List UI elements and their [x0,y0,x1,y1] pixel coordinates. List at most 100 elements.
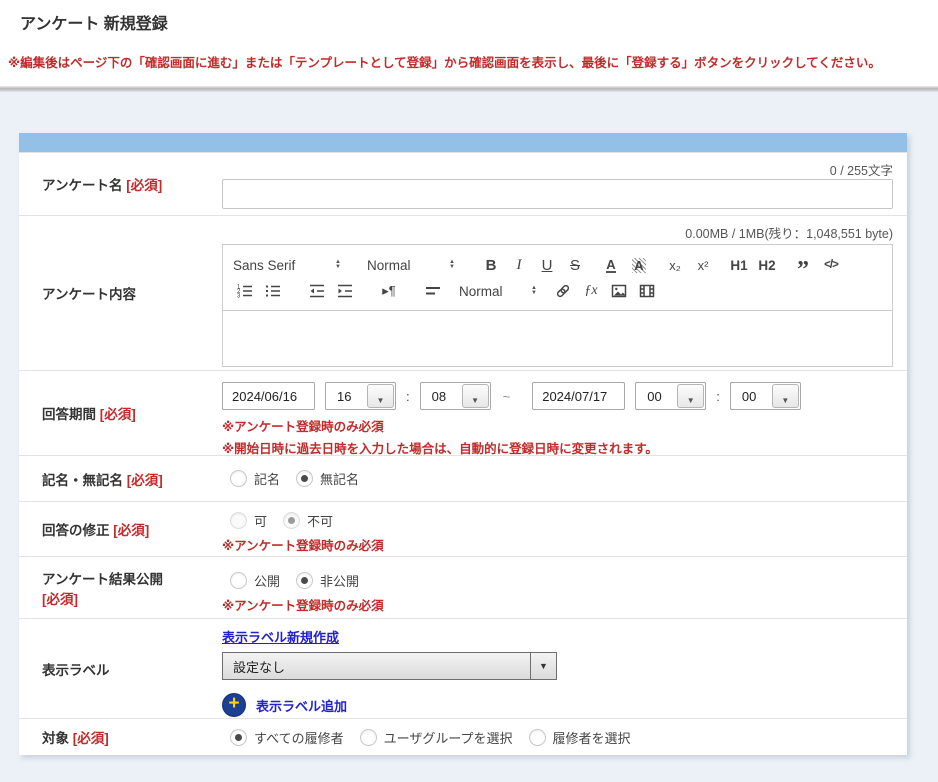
align-button[interactable] [421,279,445,303]
radio-icon [360,729,377,746]
background-color-button[interactable]: A [627,253,651,277]
radio-option-select-students[interactable]: 履修者を選択 [529,728,631,747]
italic-button[interactable]: I [507,253,531,277]
correction-note: ※アンケート登録時のみ必須 [222,535,893,554]
named-anonymous-content: 記名 無記名 [222,456,907,501]
start-date-input[interactable]: 2024/06/16 [222,382,315,410]
display-label-select-button[interactable]: ▼ [530,653,556,679]
answer-period-label-text: 回答期間 [42,407,96,422]
video-icon [638,282,656,300]
subscript-button[interactable]: x₂ [663,253,687,277]
result-publish-content: 公開 非公開 ※アンケート登録時のみ必須 [222,557,907,618]
survey-name-required: [必須] [126,178,162,193]
header1-button[interactable]: H1 [727,253,751,277]
page-title: アンケート 新規登録 [20,10,168,34]
background-color-icon: A [632,258,645,273]
end-hour-dropdown-button[interactable]: ▼ [677,384,704,408]
radio-option-private[interactable]: 非公開 [296,571,359,590]
radio-option-label: 可 [254,511,267,530]
start-minute-value: 08 [421,389,446,404]
radio-checked-icon [296,470,313,487]
result-publish-label-text: アンケート結果公開 [42,568,222,588]
survey-name-counter: 0 / 255文字 [830,160,893,179]
row-named-anonymous: 記名・無記名 [必須] 記名 無記名 [19,455,907,501]
indent-button[interactable] [333,279,357,303]
row-result-publish: アンケート結果公開 [必須] 公開 非公開 ※アンケート登録時のみ必須 [19,556,907,618]
end-date-input[interactable]: 2024/07/17 [532,382,625,410]
answer-period-required: [必須] [100,407,136,422]
start-minute-dropdown-button[interactable]: ▼ [462,384,489,408]
size-picker-value: Normal [367,258,411,273]
target-content: すべての履修者 ユーザグループを選択 履修者を選択 [222,719,907,755]
end-minute-select[interactable]: 00 ▼ [730,382,801,410]
survey-content-label: アンケート内容 [19,216,222,370]
font-picker[interactable]: Sans Serif ▲▼ [233,258,341,273]
start-minute-select[interactable]: 08 ▼ [420,382,491,410]
end-hour-select[interactable]: 00 ▼ [635,382,706,410]
named-anonymous-label-text: 記名・無記名 [42,473,123,488]
answer-period-content: 2024/06/16 16 ▼ : 08 ▼ ~ 2024/07/17 00 ▼ [222,371,907,455]
outdent-button[interactable] [305,279,329,303]
row-display-label: 表示ラベル 表示ラベル新規作成 設定なし ▼ + 表示ラベル追加 [19,618,907,718]
radio-option-label: 無記名 [320,469,359,488]
bullet-list-button[interactable] [261,279,285,303]
image-icon [610,282,628,300]
ordered-list-button[interactable]: 123 [233,279,257,303]
updown-arrows-icon: ▲▼ [335,260,341,270]
underline-button[interactable]: U [535,253,559,277]
text-direction-button[interactable]: ▸¶ [377,279,401,303]
result-publish-label: アンケート結果公開 [必須] [19,557,222,618]
code-block-button[interactable]: </> [819,253,843,277]
survey-name-label: アンケート名 [必須] [19,153,222,215]
create-display-label-link[interactable]: 表示ラベル新規作成 [222,630,339,645]
radio-option-disallow[interactable]: 不可 [283,511,333,530]
format-picker[interactable]: Normal ▲▼ [459,284,537,299]
image-button[interactable] [607,279,631,303]
bold-button[interactable]: B [479,253,503,277]
radio-option-named[interactable]: 記名 [230,469,280,488]
survey-content-label-text: アンケート内容 [42,283,222,303]
end-hour-value: 00 [636,389,661,404]
formula-icon: ƒx [584,283,597,299]
result-publish-required: [必須] [42,588,222,608]
indent-icon [336,282,354,300]
font-picker-value: Sans Serif [233,258,295,273]
link-button[interactable] [551,279,575,303]
size-picker[interactable]: Normal ▲▼ [367,258,455,273]
video-button[interactable] [635,279,659,303]
radio-option-anonymous[interactable]: 無記名 [296,469,359,488]
survey-name-input[interactable] [222,179,893,209]
blockquote-button[interactable]: ” [791,253,815,277]
survey-content-area: 0.00MB / 1MB(残り：1,048,551 byte) Sans Ser… [222,216,907,370]
publish-note: ※アンケート登録時のみ必須 [222,595,893,614]
start-hour-dropdown-button[interactable]: ▼ [367,384,394,408]
strikethrough-button[interactable]: S [563,253,587,277]
named-anonymous-required: [必須] [127,473,163,488]
superscript-button[interactable]: x² [691,253,715,277]
bold-icon: B [486,257,497,274]
editor-body[interactable] [223,311,892,366]
radio-disabled-checked-icon [283,512,300,529]
radio-option-allow[interactable]: 可 [230,511,267,530]
strikethrough-icon: S [570,257,580,274]
start-hour-value: 16 [326,389,351,404]
start-hour-select[interactable]: 16 ▼ [325,382,396,410]
formula-button[interactable]: ƒx [579,279,603,303]
main-area: アンケート名 [必須] 0 / 255文字 アンケート内容 0.00MB / 1… [0,92,938,782]
radio-option-public[interactable]: 公開 [230,571,280,590]
period-note-2: ※開始日時に過去日時を入力した場合は、自動的に登録日時に変更されます。 [222,438,893,457]
header2-button[interactable]: H2 [755,253,779,277]
ordered-list-icon: 123 [236,282,254,300]
text-color-button[interactable]: A [599,253,623,277]
display-label-label: 表示ラベル [19,619,222,718]
radio-option-all-students[interactable]: すべての履修者 [230,728,344,747]
answer-correction-content: 可 不可 ※アンケート登録時のみ必須 [222,502,907,556]
display-label-select[interactable]: 設定なし ▼ [222,652,557,680]
answer-correction-required: [必須] [113,523,149,538]
card-header-bar [19,133,907,152]
superscript-icon: x² [698,258,709,273]
add-display-label-button[interactable]: + 表示ラベル追加 [222,693,893,717]
end-minute-dropdown-button[interactable]: ▼ [772,384,799,408]
radio-option-label: すべての履修者 [254,728,344,747]
radio-option-user-group[interactable]: ユーザグループを選択 [360,728,513,747]
